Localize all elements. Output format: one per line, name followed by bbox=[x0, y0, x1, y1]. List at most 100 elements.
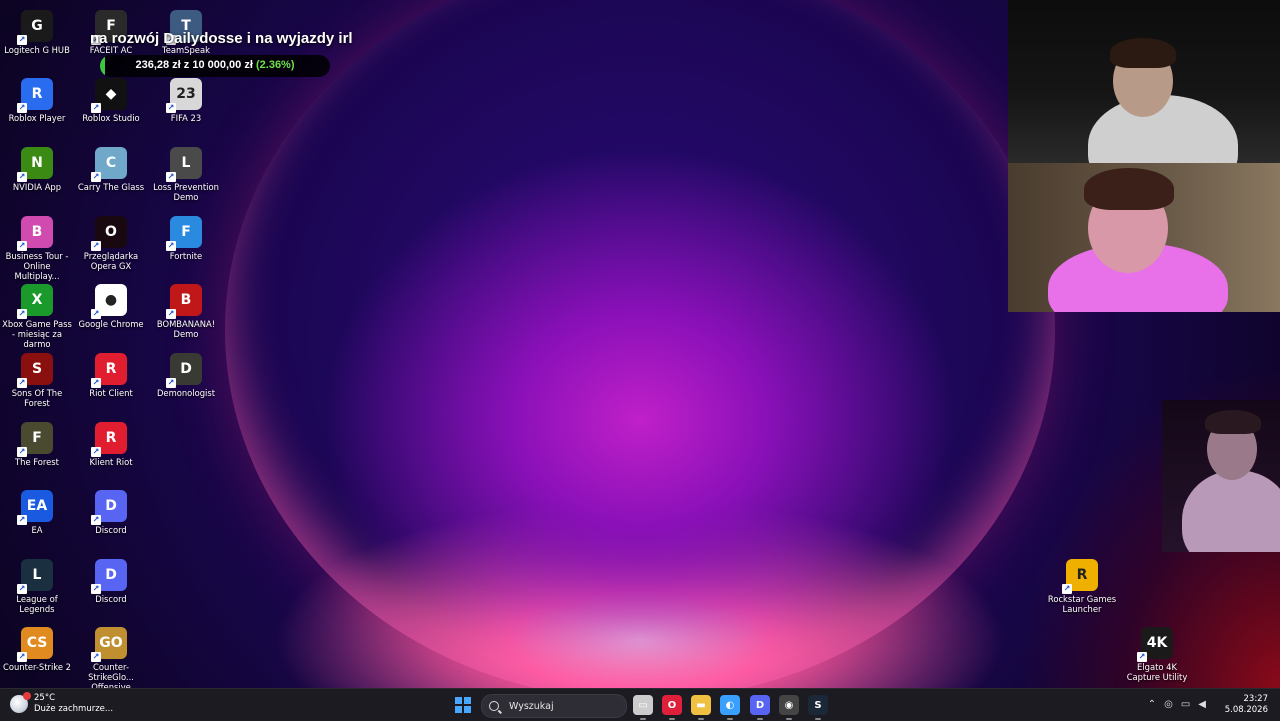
desktop-icon[interactable]: GO ↗ Counter-StrikeGlo... Offensive bbox=[74, 621, 148, 692]
desktop-icon[interactable]: O ↗ Przeglądarka Opera GX bbox=[74, 210, 148, 271]
shortcut-arrow-icon: ↗ bbox=[17, 309, 27, 319]
shortcut-arrow-icon: ↗ bbox=[17, 378, 27, 388]
system-tray[interactable]: ⌃◎▭◀ bbox=[1148, 699, 1214, 710]
desktop-icon[interactable]: B ↗ BOMBANANA! Demo bbox=[149, 278, 223, 339]
desktop-icon-label: FIFA 23 bbox=[170, 113, 202, 123]
desktop-icon[interactable]: L ↗ League of Legends bbox=[0, 553, 74, 614]
desktop-icon-label: Roblox Studio bbox=[82, 113, 140, 123]
taskbar-app-copilot[interactable]: ◐ bbox=[720, 695, 740, 720]
desktop-icon[interactable]: R ↗ Rockstar Games Launcher bbox=[1045, 553, 1119, 614]
desktop-icon[interactable]: B ↗ Business Tour - Online Multiplay... bbox=[0, 210, 74, 281]
desktop-icon-label: NVIDIA App bbox=[12, 182, 62, 192]
shortcut-arrow-icon: ↗ bbox=[166, 309, 176, 319]
desktop-icon-label: Loss Prevention Demo bbox=[153, 182, 219, 202]
desktop-icon-label: Logitech G HUB bbox=[4, 45, 70, 55]
desktop-icon[interactable]: G ↗ Logitech G HUB bbox=[0, 4, 74, 55]
taskbar-app-file-explorer[interactable]: ▬ bbox=[691, 695, 711, 720]
desktop-icon[interactable]: ● ↗ Google Chrome bbox=[74, 278, 148, 329]
desktop-icon-label: The Forest bbox=[15, 457, 59, 467]
discord-icon: D ↗ bbox=[91, 559, 127, 594]
riot-client-icon: R ↗ bbox=[91, 353, 127, 388]
desktop-icon-label: League of Legends bbox=[16, 594, 58, 614]
desktop-icon-label: Demonologist bbox=[156, 388, 216, 398]
taskbar-clock[interactable]: 23:27 5.08.2026 bbox=[1225, 694, 1268, 716]
roblox-studio-icon: ◆ ↗ bbox=[91, 78, 127, 113]
weather-temperature: 25°C bbox=[34, 693, 56, 703]
desktop-icon[interactable]: D ↗ Discord bbox=[74, 553, 148, 604]
weather-widget[interactable]: 25°C Duże zachmurze... bbox=[10, 692, 114, 715]
desktop-icon[interactable]: F ↗ Fortnite bbox=[149, 210, 223, 261]
shortcut-arrow-icon: ↗ bbox=[166, 378, 176, 388]
microphone-icon[interactable]: ◎ bbox=[1164, 699, 1181, 710]
donation-percent: (2.36%) bbox=[255, 59, 295, 71]
desktop-icon-label: Sons Of The Forest bbox=[11, 388, 63, 408]
desktop-icon[interactable]: D ↗ Demonologist bbox=[149, 347, 223, 398]
search-placeholder: Wyszukaj bbox=[509, 700, 554, 712]
network-icon[interactable]: ▭ bbox=[1181, 699, 1198, 710]
desktop-icon[interactable]: L ↗ Loss Prevention Demo bbox=[149, 141, 223, 202]
desktop-icon[interactable]: R ↗ Klient Riot bbox=[74, 416, 148, 467]
desktop-icon-label: Discord bbox=[95, 525, 127, 535]
shortcut-arrow-icon: ↗ bbox=[17, 515, 27, 525]
donation-separator: z bbox=[183, 59, 190, 71]
donation-goal-amount: 10 000,00 zł bbox=[192, 59, 253, 71]
webcam-feed-middle bbox=[1008, 163, 1280, 312]
desktop-icon-label: Elgato 4K Capture Utility bbox=[1126, 662, 1188, 682]
fortnite-icon: F ↗ bbox=[166, 216, 202, 251]
desktop-icon-label: Rockstar Games Launcher bbox=[1047, 594, 1117, 614]
taskbar-app-obs[interactable]: ◉ bbox=[779, 695, 799, 720]
cloud-sun-icon bbox=[10, 692, 31, 713]
folder-icon: ▬ bbox=[696, 699, 706, 711]
windows-logo-icon bbox=[455, 697, 462, 704]
desktop-icon-label: Business Tour - Online Multiplay... bbox=[5, 251, 69, 281]
weather-description: Duże zachmurze... bbox=[34, 704, 114, 714]
donation-goal-text: 236,28 zł z 10 000,00 zł (2.36%) bbox=[100, 59, 330, 71]
task-view-icon: ▭ bbox=[638, 699, 648, 711]
chevron-up-icon[interactable]: ⌃ bbox=[1148, 699, 1164, 710]
shortcut-arrow-icon: ↗ bbox=[91, 172, 101, 182]
clock-date: 5.08.2026 bbox=[1224, 705, 1268, 715]
chrome-icon: ● ↗ bbox=[91, 284, 127, 319]
bombanana-icon: B ↗ bbox=[166, 284, 202, 319]
desktop-icon-label: Fortnite bbox=[169, 251, 203, 261]
opera-gx-icon: O ↗ bbox=[91, 216, 127, 251]
shortcut-arrow-icon: ↗ bbox=[1062, 584, 1072, 594]
shortcut-arrow-icon: ↗ bbox=[91, 378, 101, 388]
webcam-feed-bottom bbox=[1162, 400, 1280, 552]
desktop-icon[interactable]: N ↗ NVIDIA App bbox=[0, 141, 74, 192]
taskbar-app-opera-gx[interactable]: O bbox=[662, 695, 682, 720]
shortcut-arrow-icon: ↗ bbox=[91, 584, 101, 594]
desktop-icon-label: Discord bbox=[95, 594, 127, 604]
desktop-icon[interactable]: X ↗ Xbox Game Pass - miesiąc za darmo bbox=[0, 278, 74, 349]
shortcut-arrow-icon: ↗ bbox=[91, 447, 101, 457]
desktop-icon[interactable]: F ↗ The Forest bbox=[0, 416, 74, 467]
desktop-icon[interactable]: EA ↗ EA bbox=[0, 484, 74, 535]
business-tour-icon: B ↗ bbox=[17, 216, 53, 251]
taskbar-app-steam[interactable]: S bbox=[808, 695, 828, 720]
demonologist-icon: D ↗ bbox=[166, 353, 202, 388]
donation-raised: 236,28 zł bbox=[135, 59, 181, 71]
start-button[interactable] bbox=[455, 697, 471, 713]
desktop-icon-label: BOMBANANA! Demo bbox=[156, 319, 216, 339]
desktop-icon[interactable]: D ↗ Discord bbox=[74, 484, 148, 535]
desktop-icon[interactable]: 23 ↗ FIFA 23 bbox=[149, 72, 223, 123]
discord-icon: D bbox=[755, 699, 765, 711]
desktop-icon[interactable]: R ↗ Riot Client bbox=[74, 347, 148, 398]
the-forest-icon: F ↗ bbox=[17, 422, 53, 457]
taskbar-app-task-view[interactable]: ▭ bbox=[633, 695, 653, 720]
desktop-icon[interactable]: S ↗ Sons Of The Forest bbox=[0, 347, 74, 408]
klient-riot-icon: R ↗ bbox=[91, 422, 127, 457]
taskbar-search-box[interactable]: Wyszukaj bbox=[481, 694, 627, 718]
speaker-icon[interactable]: ◀ bbox=[1198, 699, 1214, 710]
taskbar-app-discord[interactable]: D bbox=[750, 695, 770, 720]
desktop-icon[interactable]: CS ↗ Counter-Strike 2 bbox=[0, 621, 74, 672]
desktop-icon[interactable]: R ↗ Roblox Player bbox=[0, 72, 74, 123]
shortcut-arrow-icon: ↗ bbox=[91, 309, 101, 319]
shortcut-arrow-icon: ↗ bbox=[17, 103, 27, 113]
desktop-icon[interactable]: ◆ ↗ Roblox Studio bbox=[74, 72, 148, 123]
rockstar-icon: R ↗ bbox=[1062, 559, 1098, 594]
desktop-icon[interactable]: C ↗ Carry The Glass bbox=[74, 141, 148, 192]
desktop-icon[interactable]: 4K ↗ Elgato 4K Capture Utility bbox=[1120, 621, 1194, 682]
shortcut-arrow-icon: ↗ bbox=[91, 103, 101, 113]
roblox-player-icon: R ↗ bbox=[17, 78, 53, 113]
